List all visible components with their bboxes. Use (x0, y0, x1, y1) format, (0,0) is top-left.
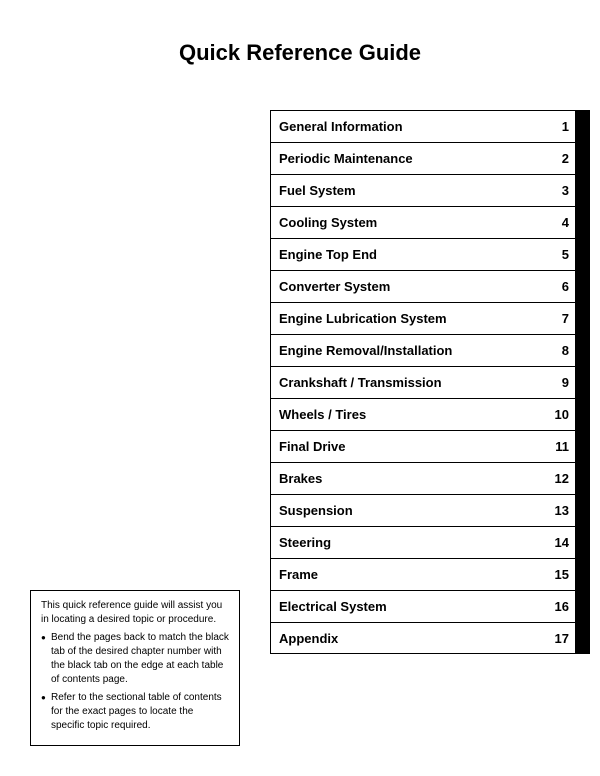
toc-label: Electrical System (271, 599, 547, 614)
toc-tab (575, 143, 589, 174)
toc-label: Fuel System (271, 183, 547, 198)
toc-number: 16 (547, 599, 575, 614)
toc-label: General Information (271, 119, 547, 134)
note-box: This quick reference guide will assist y… (30, 590, 240, 746)
toc-number: 7 (547, 311, 575, 326)
toc-number: 17 (547, 631, 575, 646)
toc-row[interactable]: Suspension13 (270, 494, 590, 526)
toc-label: Suspension (271, 503, 547, 518)
toc-label: Steering (271, 535, 547, 550)
toc-number: 6 (547, 279, 575, 294)
toc-label: Crankshaft / Transmission (271, 375, 547, 390)
toc-row[interactable]: Brakes12 (270, 462, 590, 494)
toc-label: Wheels / Tires (271, 407, 547, 422)
toc-tab (575, 303, 589, 334)
toc-label: Final Drive (271, 439, 547, 454)
toc-row[interactable]: Converter System6 (270, 270, 590, 302)
toc-row[interactable]: General Information1 (270, 110, 590, 142)
toc-tab (575, 463, 589, 494)
toc-tab (575, 239, 589, 270)
toc-row[interactable]: Engine Lubrication System7 (270, 302, 590, 334)
toc-number: 13 (547, 503, 575, 518)
toc-number: 9 (547, 375, 575, 390)
toc-number: 4 (547, 215, 575, 230)
toc-label: Appendix (271, 631, 547, 646)
toc-label: Engine Lubrication System (271, 311, 547, 326)
toc-row[interactable]: Steering14 (270, 526, 590, 558)
toc-tab (575, 111, 589, 142)
note-intro: This quick reference guide will assist y… (41, 599, 229, 627)
note-bullet: Refer to the sectional table of contents… (41, 691, 229, 733)
toc-number: 8 (547, 343, 575, 358)
toc-number: 11 (547, 439, 575, 454)
toc-label: Frame (271, 567, 547, 582)
toc-label: Cooling System (271, 215, 547, 230)
toc-number: 1 (547, 119, 575, 134)
note-bullet: Bend the pages back to match the black t… (41, 631, 229, 687)
toc-tab (575, 367, 589, 398)
toc-tab (575, 623, 589, 653)
toc-row[interactable]: Engine Removal/Installation8 (270, 334, 590, 366)
toc-number: 10 (547, 407, 575, 422)
toc-number: 14 (547, 535, 575, 550)
toc-tab (575, 559, 589, 590)
toc-container: General Information1Periodic Maintenance… (270, 110, 590, 654)
page: Quick Reference Guide General Informatio… (0, 0, 600, 776)
toc-row[interactable]: Final Drive11 (270, 430, 590, 462)
toc-row[interactable]: Periodic Maintenance2 (270, 142, 590, 174)
toc-row[interactable]: Wheels / Tires10 (270, 398, 590, 430)
toc-tab (575, 335, 589, 366)
toc-tab (575, 271, 589, 302)
toc-row[interactable]: Frame15 (270, 558, 590, 590)
toc-tab (575, 591, 589, 622)
toc-tab (575, 175, 589, 206)
toc-number: 5 (547, 247, 575, 262)
toc-label: Brakes (271, 471, 547, 486)
toc-number: 3 (547, 183, 575, 198)
toc-tab (575, 495, 589, 526)
toc-label: Engine Removal/Installation (271, 343, 547, 358)
toc-number: 15 (547, 567, 575, 582)
toc-label: Engine Top End (271, 247, 547, 262)
toc-tab (575, 207, 589, 238)
toc-number: 2 (547, 151, 575, 166)
toc-number: 12 (547, 471, 575, 486)
page-title: Quick Reference Guide (0, 0, 600, 86)
toc-tab (575, 399, 589, 430)
toc-tab (575, 527, 589, 558)
toc-label: Converter System (271, 279, 547, 294)
toc-label: Periodic Maintenance (271, 151, 547, 166)
toc-tab (575, 431, 589, 462)
toc-row[interactable]: Cooling System4 (270, 206, 590, 238)
toc-row[interactable]: Engine Top End5 (270, 238, 590, 270)
note-list: Bend the pages back to match the black t… (41, 631, 229, 733)
toc-row[interactable]: Fuel System3 (270, 174, 590, 206)
toc-row[interactable]: Appendix17 (270, 622, 590, 654)
toc-row[interactable]: Electrical System16 (270, 590, 590, 622)
toc-row[interactable]: Crankshaft / Transmission9 (270, 366, 590, 398)
